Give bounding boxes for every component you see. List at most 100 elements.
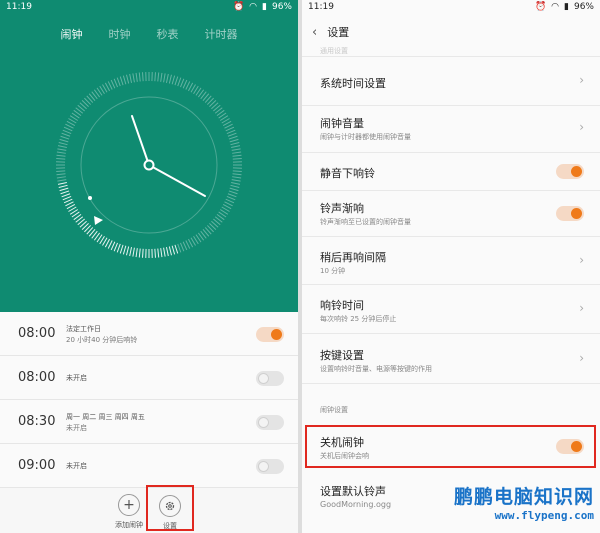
clock-tick xyxy=(232,176,242,179)
clock-tick xyxy=(225,198,235,204)
clock-tick xyxy=(160,72,163,82)
setting-alarm-volume[interactable]: 闹钟音量 闹钟与计时器都使用闹钟音量 › xyxy=(302,106,600,153)
clock-tick xyxy=(62,196,72,201)
clock-tick xyxy=(116,243,121,253)
status-time: 11:19 xyxy=(308,2,334,12)
alarm-row[interactable]: 09:00 未开启 xyxy=(0,444,298,488)
clock-tick xyxy=(65,123,74,129)
clock-tick xyxy=(232,151,242,154)
setting-gradual-ring[interactable]: 铃声渐响 铃声渐响至已设置的闹钟音量 xyxy=(302,191,600,237)
chevron-right-icon: › xyxy=(579,120,584,134)
clock-tick xyxy=(227,193,237,198)
settings-screen: 11:19 ⏰ ◠ ▮ 96% ‹ 设置 通用设置 系统时间设置 › 闹钟音量 … xyxy=(302,0,600,533)
clock-tick xyxy=(229,187,239,192)
tab-stopwatch[interactable]: 秒表 xyxy=(157,26,179,42)
clock-tick xyxy=(177,77,182,87)
clock-tick xyxy=(57,181,67,185)
setting-ring-when-silent[interactable]: 静音下响铃 xyxy=(302,153,600,191)
clock-tick xyxy=(231,179,241,182)
alarm-info: 未开启 xyxy=(66,461,87,472)
alarm-label: 法定工作日 xyxy=(66,325,101,333)
alarm-row[interactable]: 08:30 周一 周二 周三 周四 周五 未开启 xyxy=(0,400,298,444)
tab-clock[interactable]: 时钟 xyxy=(109,26,131,42)
second-dot xyxy=(88,196,92,200)
clock-tick xyxy=(163,247,166,257)
clock-tick xyxy=(129,73,133,83)
clock-tick xyxy=(56,158,66,160)
setting-title: 设置默认铃声 xyxy=(320,485,386,498)
watermark: 鹏鹏电脑知识网 www.flypeng.com xyxy=(454,482,594,522)
clock-tick xyxy=(165,73,169,83)
toggle-knob xyxy=(571,208,582,219)
tab-timer[interactable]: 计时器 xyxy=(205,26,238,42)
clock-tick xyxy=(63,126,73,132)
clock-tick xyxy=(232,173,242,176)
setting-title: 响铃时间 xyxy=(320,299,364,312)
setting-snooze-interval[interactable]: 稍后再响间隔 10 分钟 › xyxy=(302,237,600,285)
clock-tick xyxy=(113,242,118,252)
clock-tick xyxy=(231,148,241,151)
clock-tick xyxy=(185,240,191,249)
clock-tick xyxy=(138,248,141,258)
alarm-time: 08:00 xyxy=(18,370,56,385)
clock-tick xyxy=(182,241,188,251)
page-title: 设置 xyxy=(327,26,350,39)
toggle-switch[interactable] xyxy=(556,164,584,179)
setting-button-actions[interactable]: 按键设置 设置响铃时音量、电源等按键的作用 › xyxy=(302,334,600,384)
settings-label: 设置 xyxy=(163,522,177,530)
clock-tick xyxy=(171,75,176,85)
alarm-toggle[interactable] xyxy=(256,371,284,386)
clock-tick xyxy=(224,123,233,129)
setting-title: 铃声渐响 xyxy=(320,202,364,215)
partial-section-label: 通用设置 xyxy=(320,47,348,55)
alarm-row[interactable]: 08:00 法定工作日 20 小时40 分钟后响铃 xyxy=(0,312,298,356)
settings-button[interactable]: 设置 xyxy=(146,485,194,531)
clock-tick xyxy=(232,154,242,157)
clock-tick xyxy=(226,196,236,201)
clock-tick xyxy=(107,240,113,249)
clock-tick xyxy=(62,129,72,134)
clock-tick xyxy=(56,170,66,172)
alarm-label: 周一 周二 周三 周四 周五 xyxy=(66,413,145,421)
setting-subtitle: 设置响铃时音量、电源等按键的作用 xyxy=(320,365,432,373)
alarm-screen: 11:19 ⏰ ◠ ▮ 96% 闹钟 时钟 秒表 计时器 08:00 法定工作日… xyxy=(0,0,298,533)
clock-tick xyxy=(163,73,166,83)
wifi-icon: ◠ xyxy=(551,2,560,12)
alarm-toggle[interactable] xyxy=(256,459,284,474)
clock-tick xyxy=(165,247,169,257)
clock-tick xyxy=(57,145,67,149)
alarm-info: 法定工作日 20 小时40 分钟后响铃 xyxy=(66,324,137,346)
toggle-knob xyxy=(271,329,282,340)
clock-tick xyxy=(232,158,242,160)
clock-tick xyxy=(231,145,241,149)
setting-system-time[interactable]: 系统时间设置 › xyxy=(302,57,600,106)
clock-tick xyxy=(230,184,240,188)
back-arrow-icon[interactable]: ‹ xyxy=(312,25,317,40)
clock-tick xyxy=(177,243,182,253)
clock-tick xyxy=(57,148,67,151)
alarm-status-icon: ⏰ xyxy=(534,2,547,12)
clock-tick xyxy=(132,73,135,83)
bottom-actions: + 添加闹钟 设置 xyxy=(0,485,298,533)
clock-center xyxy=(143,159,155,171)
setting-title: 按键设置 xyxy=(320,349,364,362)
clock-tick xyxy=(57,179,67,182)
status-icons: ⏰ ◠ ▮ 96% xyxy=(535,2,594,12)
clock-tick xyxy=(110,241,116,251)
watermark-url: www.flypeng.com xyxy=(494,509,594,522)
alarm-row[interactable]: 08:00 未开启 xyxy=(0,356,298,400)
clock-tick xyxy=(119,76,124,86)
battery-level: 96% xyxy=(271,2,292,12)
tab-alarm[interactable]: 闹钟 xyxy=(61,26,83,42)
alarm-time: 09:00 xyxy=(18,458,56,473)
clock-tick xyxy=(59,138,69,143)
alarm-toggle[interactable] xyxy=(256,327,284,342)
alarm-label: 未开启 xyxy=(66,462,87,470)
setting-ring-duration[interactable]: 响铃时间 每次响铃 25 分钟后停止 › xyxy=(302,285,600,334)
clock-tick xyxy=(180,78,185,88)
watermark-title: 鹏鹏电脑知识网 xyxy=(453,486,594,508)
toggle-switch[interactable] xyxy=(556,206,584,221)
clock-tick xyxy=(174,76,179,86)
alarm-toggle[interactable] xyxy=(256,415,284,430)
chevron-right-icon: › xyxy=(579,351,584,365)
